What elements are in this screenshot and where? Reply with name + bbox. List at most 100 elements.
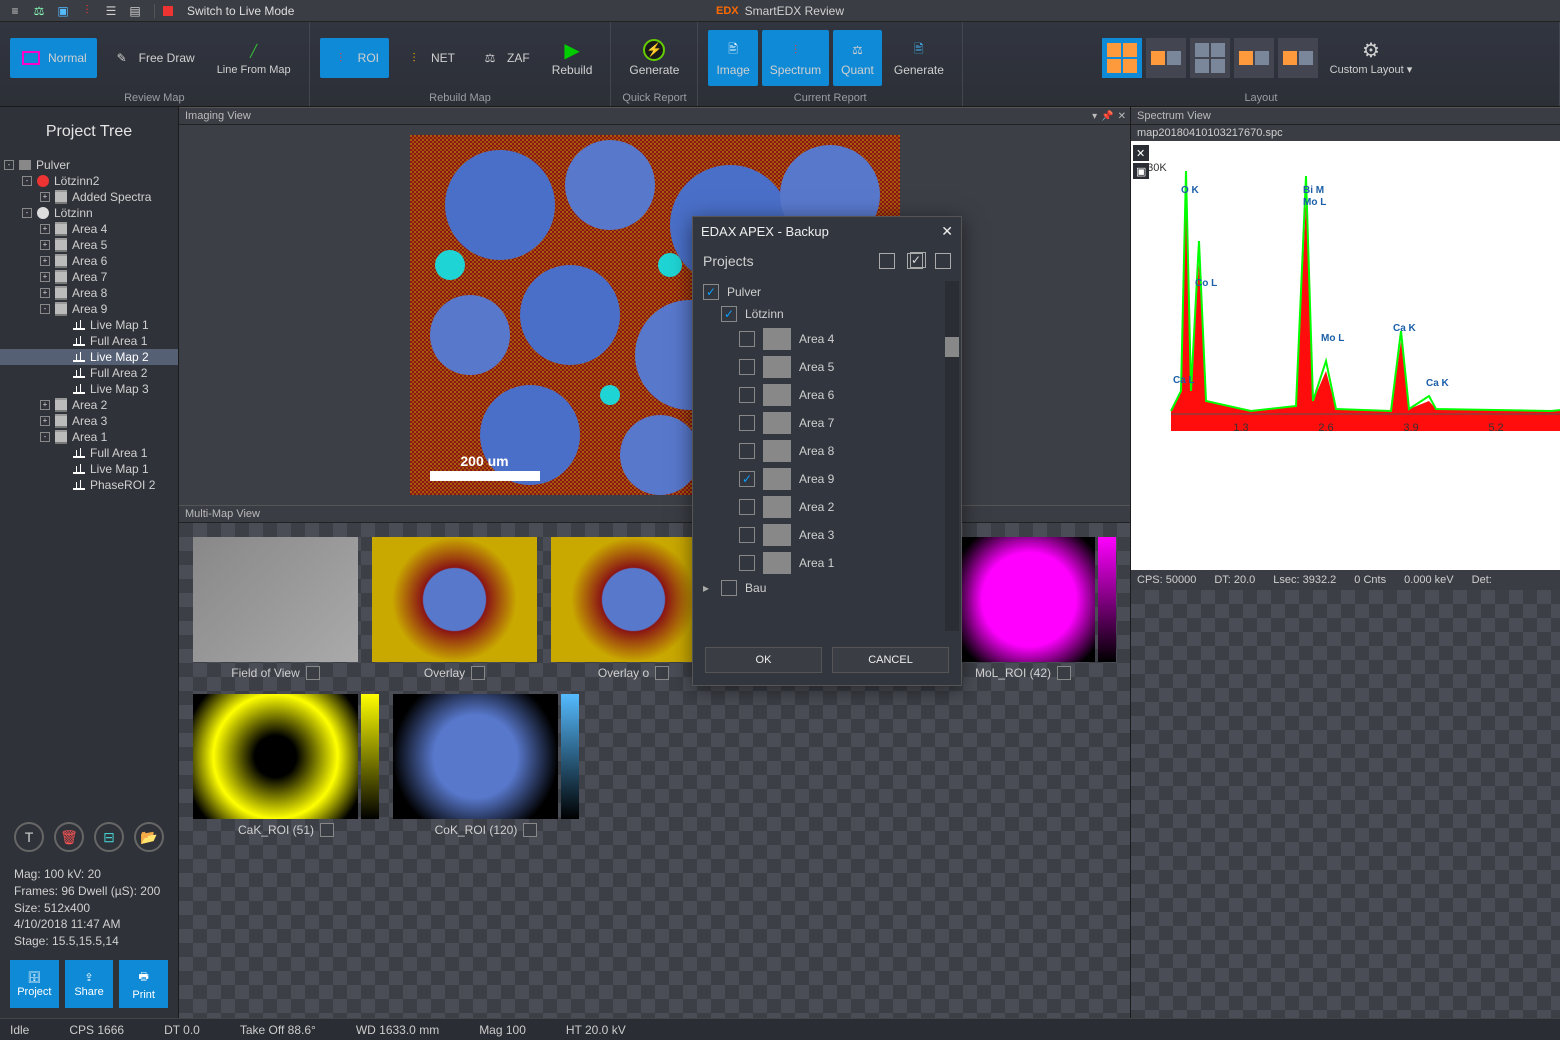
tree-expander-icon[interactable]: - bbox=[40, 432, 50, 442]
multimap-thumbnail[interactable] bbox=[193, 537, 358, 662]
project-checkbox[interactable] bbox=[703, 284, 719, 300]
dialog-project-item[interactable]: Area 1 bbox=[739, 549, 951, 577]
dialog-project-item[interactable]: Area 3 bbox=[739, 521, 951, 549]
tree-expander-icon[interactable]: + bbox=[40, 256, 50, 266]
layout-tile-3[interactable] bbox=[1190, 38, 1230, 78]
window-icon[interactable]: ▤ bbox=[126, 2, 144, 20]
tree-expander-icon[interactable]: - bbox=[40, 304, 50, 314]
quick-generate-button[interactable]: ⚡Generate bbox=[621, 30, 687, 86]
multimap-view[interactable]: Field of ViewOverlayOverlay oO K_ROI (81… bbox=[179, 523, 1130, 1018]
spectrum-small-icon[interactable]: ⫶ bbox=[78, 2, 96, 20]
rebuild-button[interactable]: ▶Rebuild bbox=[544, 30, 601, 86]
project-checkbox[interactable] bbox=[721, 306, 737, 322]
panel-close-icon[interactable]: ✕ bbox=[1118, 111, 1126, 122]
balance-icon[interactable]: ⚖ bbox=[30, 2, 48, 20]
tree-node[interactable]: +Area 2 bbox=[0, 397, 178, 413]
tree-expander-icon[interactable]: - bbox=[22, 208, 32, 218]
tree-expander-icon[interactable]: - bbox=[22, 176, 32, 186]
tree-expander-icon[interactable]: + bbox=[40, 224, 50, 234]
project-checkbox[interactable] bbox=[739, 387, 755, 403]
image-button[interactable]: 🖹Image bbox=[708, 30, 757, 86]
tree-node[interactable]: +Area 5 bbox=[0, 237, 178, 253]
tree-expander-icon[interactable]: + bbox=[40, 400, 50, 410]
imaging-view[interactable]: 200 um bbox=[179, 125, 1130, 505]
project-checkbox[interactable] bbox=[739, 499, 755, 515]
spectrum-button[interactable]: ⫶Spectrum bbox=[762, 30, 829, 86]
quant-button[interactable]: ⚖Quant bbox=[833, 30, 882, 86]
panel-dropdown-icon[interactable]: ▾ bbox=[1092, 111, 1097, 122]
layout-tile-1[interactable] bbox=[1102, 38, 1142, 78]
text-tool-button[interactable]: T bbox=[14, 822, 44, 852]
layout-tile-4[interactable] bbox=[1234, 38, 1274, 78]
multimap-checkbox[interactable] bbox=[655, 666, 669, 680]
scrollbar-track[interactable] bbox=[945, 281, 959, 631]
dialog-titlebar[interactable]: EDAX APEX - Backup ✕ bbox=[693, 217, 961, 245]
menu-icon[interactable]: ≡ bbox=[6, 2, 24, 20]
layout-tile-2[interactable] bbox=[1146, 38, 1186, 78]
dialog-close-icon[interactable]: ✕ bbox=[941, 223, 953, 240]
project-checkbox[interactable] bbox=[739, 527, 755, 543]
tree-node[interactable]: -Full Area 2 bbox=[0, 365, 178, 381]
tree-node[interactable]: -Full Area 1 bbox=[0, 333, 178, 349]
tree-expander-icon[interactable]: + bbox=[40, 416, 50, 426]
dialog-project-item[interactable]: Area 8 bbox=[739, 437, 951, 465]
project-tree[interactable]: -Pulver-Lötzinn2+Added Spectra-Lötzinn+A… bbox=[0, 153, 178, 812]
project-checkbox[interactable] bbox=[739, 331, 755, 347]
camera-icon[interactable]: ▣ bbox=[54, 2, 72, 20]
project-checkbox[interactable] bbox=[739, 415, 755, 431]
project-checkbox[interactable] bbox=[739, 443, 755, 459]
dialog-toolbar-check-icon[interactable]: ✓ bbox=[907, 253, 923, 269]
tree-node[interactable]: -Live Map 1 bbox=[0, 461, 178, 477]
live-icon[interactable] bbox=[159, 2, 177, 20]
net-button[interactable]: ⫶NET bbox=[393, 38, 465, 78]
layout-tile-5[interactable] bbox=[1278, 38, 1318, 78]
report-generate-button[interactable]: 🖹Generate bbox=[886, 30, 952, 86]
project-checkbox[interactable] bbox=[739, 555, 755, 571]
tree-expander-icon[interactable]: + bbox=[40, 192, 50, 202]
tree-node[interactable]: +Added Spectra bbox=[0, 189, 178, 205]
multimap-checkbox[interactable] bbox=[320, 823, 334, 837]
custom-layout-button[interactable]: ⚙Custom Layout ▾ bbox=[1322, 30, 1421, 86]
multimap-card[interactable]: CaK_ROI (51) bbox=[193, 694, 379, 837]
dialog-project-item[interactable]: Area 6 bbox=[739, 381, 951, 409]
multimap-thumbnail[interactable] bbox=[372, 537, 537, 662]
roi-button[interactable]: ⫶ROI bbox=[320, 38, 389, 78]
line-from-map-button[interactable]: ╱Line From Map bbox=[209, 30, 299, 86]
panel-pin-icon[interactable]: 📌 bbox=[1101, 111, 1113, 122]
project-checkbox[interactable] bbox=[739, 471, 755, 487]
dialog-project-list[interactable]: PulverLötzinnArea 4Area 5Area 6Area 7Are… bbox=[693, 277, 961, 635]
multimap-checkbox[interactable] bbox=[306, 666, 320, 680]
tree-node[interactable]: -Live Map 1 bbox=[0, 317, 178, 333]
project-checkbox[interactable] bbox=[739, 359, 755, 375]
multimap-card[interactable]: Overlay bbox=[372, 537, 537, 680]
tree-expander-icon[interactable]: + bbox=[40, 272, 50, 282]
dialog-project-item[interactable]: Area 4 bbox=[739, 325, 951, 353]
normal-button[interactable]: Normal bbox=[10, 38, 97, 78]
folder-open-button[interactable]: 📂 bbox=[134, 822, 164, 852]
tree-node[interactable]: +Area 3 bbox=[0, 413, 178, 429]
dialog-toolbar-clear-icon[interactable] bbox=[935, 253, 951, 269]
tree-node[interactable]: -Full Area 1 bbox=[0, 445, 178, 461]
dialog-project-item[interactable]: Area 9 bbox=[739, 465, 951, 493]
tree-node[interactable]: +Area 4 bbox=[0, 221, 178, 237]
dialog-project-item[interactable]: Area 7 bbox=[739, 409, 951, 437]
share-button[interactable]: ⇪Share bbox=[65, 960, 114, 1008]
multimap-thumbnail[interactable] bbox=[193, 694, 358, 819]
spectrum-chart[interactable]: 630K 1.32.63.95.26.5 O K Co L Ca L Bi MM… bbox=[1131, 141, 1560, 570]
tree-expander-icon[interactable]: + bbox=[40, 288, 50, 298]
ok-button[interactable]: OK bbox=[705, 647, 822, 673]
switch-live-mode[interactable]: Switch to Live Mode bbox=[187, 4, 294, 18]
tree-node[interactable]: -Area 9 bbox=[0, 301, 178, 317]
tree-node[interactable]: +Area 8 bbox=[0, 285, 178, 301]
list-icon[interactable]: ☰ bbox=[102, 2, 120, 20]
project-checkbox[interactable] bbox=[721, 580, 737, 596]
print-button[interactable]: 🖶Print bbox=[119, 960, 168, 1008]
tree-expander-icon[interactable]: + bbox=[40, 240, 50, 250]
multimap-card[interactable]: CoK_ROI (120) bbox=[393, 694, 579, 837]
multimap-checkbox[interactable] bbox=[1057, 666, 1071, 680]
database-button[interactable]: ⊟ bbox=[94, 822, 124, 852]
multimap-checkbox[interactable] bbox=[471, 666, 485, 680]
dialog-project-item[interactable]: Pulver bbox=[703, 281, 951, 303]
zaf-button[interactable]: ⚖ZAF bbox=[469, 38, 540, 78]
delete-button[interactable]: 🗑 bbox=[54, 822, 84, 852]
